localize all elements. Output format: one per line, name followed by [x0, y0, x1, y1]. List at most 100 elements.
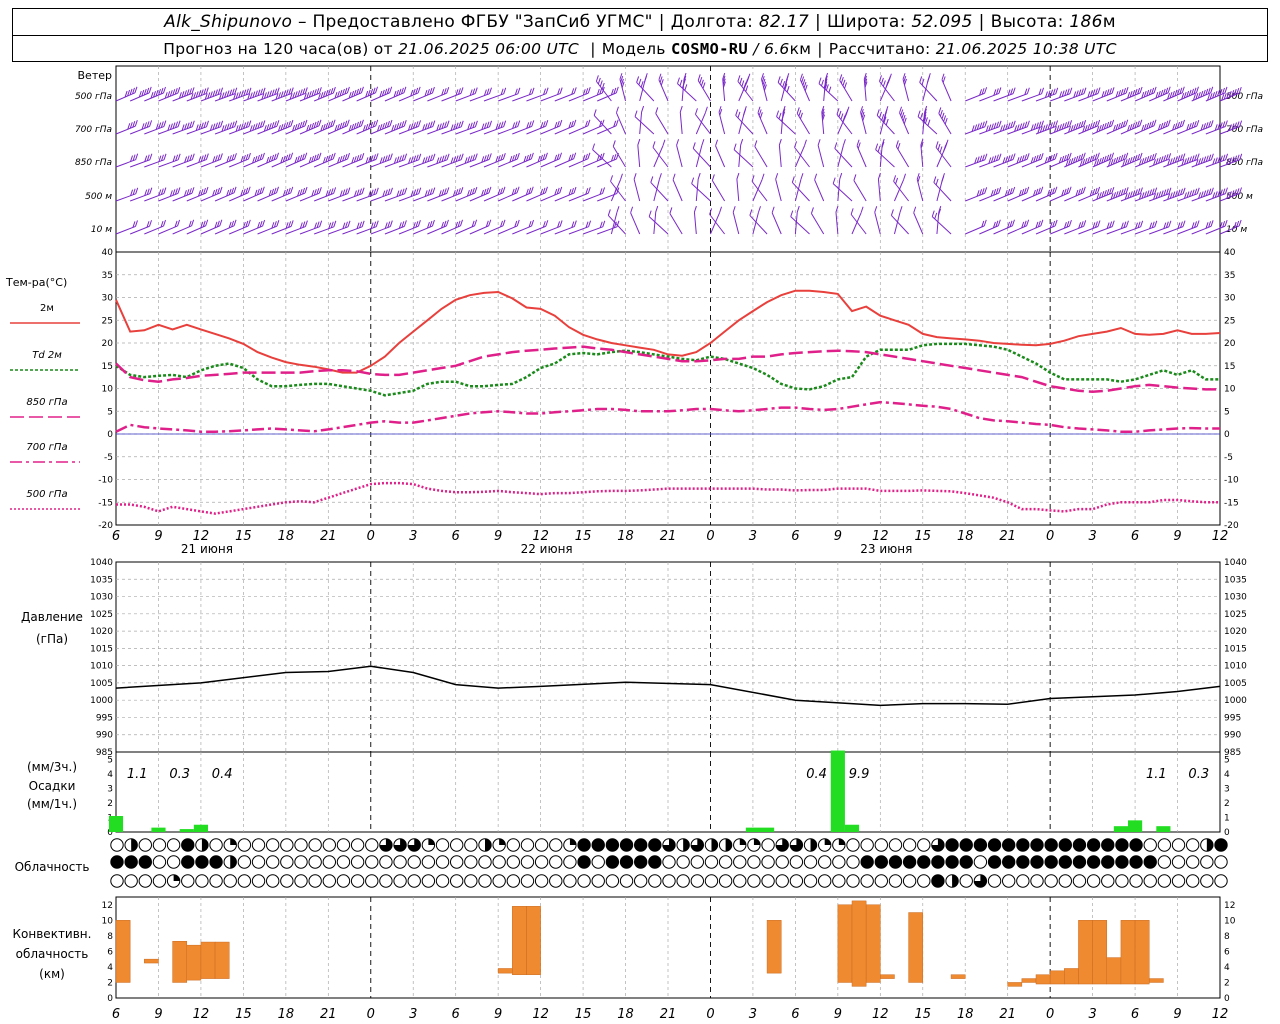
- cloud-fill: [1073, 838, 1086, 852]
- cloud-fill: [606, 838, 619, 852]
- cloud-fill: [209, 855, 223, 869]
- cloud-fill: [824, 838, 831, 845]
- temp-xtick: 15: [914, 529, 931, 544]
- wind-barb-feather: [856, 139, 860, 146]
- wind-barb-feather: [418, 187, 422, 194]
- convective-bar: [950, 974, 966, 979]
- wind-barb-feather: [544, 186, 548, 193]
- wind-barb-feather: [832, 177, 836, 184]
- wind-barb-feather: [1026, 186, 1030, 194]
- wind-barb-feather: [1040, 186, 1044, 193]
- wind-barb: [771, 212, 782, 235]
- wind-barb-feather: [652, 141, 656, 148]
- wind-barb-feather: [205, 186, 209, 194]
- cloud-circle: [973, 855, 988, 869]
- wind-barb: [693, 211, 697, 235]
- wind-barb-feather: [134, 86, 138, 93]
- temp-ytick-left: 15: [102, 362, 113, 372]
- cloud-circle: [704, 874, 719, 888]
- wind-barb-feather: [431, 219, 435, 227]
- cloud-circle: [563, 874, 577, 888]
- cloud-circle: [803, 874, 818, 888]
- convective-bar: [172, 941, 188, 983]
- temp-ytick-right: 35: [1224, 271, 1235, 281]
- pressure-ytick-left: 1015: [90, 644, 113, 654]
- cloud-circle: [704, 855, 719, 869]
- wind-barb-feather: [650, 176, 654, 183]
- wind-barb-feather: [900, 109, 904, 116]
- wind-barb-feather: [489, 87, 492, 94]
- wind-barb-feather: [276, 87, 280, 94]
- convective-xtick: 12: [193, 1007, 210, 1022]
- wind-barb-feather: [997, 219, 1001, 226]
- wind-barb: [735, 115, 754, 135]
- wind-barb-feather: [403, 86, 407, 93]
- convective-xtick: 18: [278, 1007, 295, 1022]
- wind-barb: [634, 116, 655, 135]
- convective-bar: [115, 920, 131, 983]
- wind-barb: [655, 113, 669, 135]
- cloud-circle: [435, 874, 450, 888]
- wind-barb: [637, 144, 641, 168]
- wind-barb-feather: [403, 120, 407, 127]
- convective-xtick: 15: [914, 1007, 931, 1022]
- wind-barb-feather: [777, 76, 781, 83]
- cloud-fill: [181, 838, 194, 852]
- wind-barb-feather: [1181, 86, 1185, 93]
- cloud-circle: [464, 874, 478, 888]
- wind-barb-feather: [1111, 152, 1115, 159]
- convective-ytick-right: 2: [1224, 978, 1230, 988]
- wind-barb-feather: [1083, 220, 1087, 227]
- wind-barb-feather: [662, 139, 666, 146]
- wind-barb: [919, 82, 938, 102]
- cloud-circle: [987, 874, 1002, 888]
- cloud-fill: [1115, 838, 1129, 852]
- convective-bar: [1078, 920, 1093, 985]
- cloud-circle: [265, 855, 280, 869]
- wind-barb-feather: [559, 119, 563, 127]
- wind-barb-feather: [233, 186, 237, 193]
- wind-barb-feather: [191, 187, 195, 194]
- cloud-fill: [110, 855, 124, 869]
- cloud-circle: [280, 874, 294, 888]
- wind-barb: [832, 183, 853, 202]
- convective-title: Конвективн.: [13, 927, 92, 941]
- wind-barb: [630, 212, 641, 235]
- cloud-circle: [209, 838, 223, 852]
- temp-ytick-left: 35: [102, 271, 113, 281]
- wind-barb-feather: [754, 140, 758, 147]
- wind-barb-feather: [347, 152, 350, 160]
- cloud-circle: [1101, 874, 1115, 888]
- wind-barb-feather: [1167, 86, 1171, 93]
- cloud-fill: [945, 838, 959, 852]
- wind-barb-feather: [262, 87, 266, 94]
- temp-xtick: 9: [154, 529, 162, 544]
- pressure-ytick-left: 1040: [90, 558, 113, 568]
- wind-barb-feather: [290, 186, 294, 194]
- wind-barb-feather: [850, 208, 854, 215]
- wind-barb: [636, 82, 655, 102]
- cloud-circle: [1086, 874, 1101, 888]
- wind-barb-feather: [701, 139, 705, 146]
- convective-xtick: 0: [1046, 1007, 1054, 1022]
- cloud-fill: [592, 838, 605, 852]
- wind-barb-feather: [219, 153, 223, 160]
- cloud-circle: [435, 855, 450, 869]
- cloud-fill: [988, 855, 1001, 869]
- cloud-circle: [379, 855, 393, 869]
- wind-barb-feather: [602, 220, 606, 227]
- wind-barb-feather: [587, 187, 591, 194]
- cloud-fill: [1144, 855, 1157, 869]
- wind-barb-feather: [290, 119, 294, 127]
- wind-barb-feather: [375, 220, 379, 227]
- cloud-circle: [322, 874, 337, 888]
- wind-barb-feather: [676, 139, 680, 146]
- temp-xtick: 18: [957, 529, 974, 544]
- wind-barb-feather: [319, 220, 323, 227]
- wind-barb-feather: [149, 153, 153, 160]
- wind-barb-feather: [205, 87, 209, 94]
- wind-barb-feather: [318, 152, 322, 159]
- wind-barb-feather: [1125, 87, 1129, 94]
- wind-barb-feather: [347, 220, 351, 227]
- convective-xtick: 0: [367, 1007, 375, 1022]
